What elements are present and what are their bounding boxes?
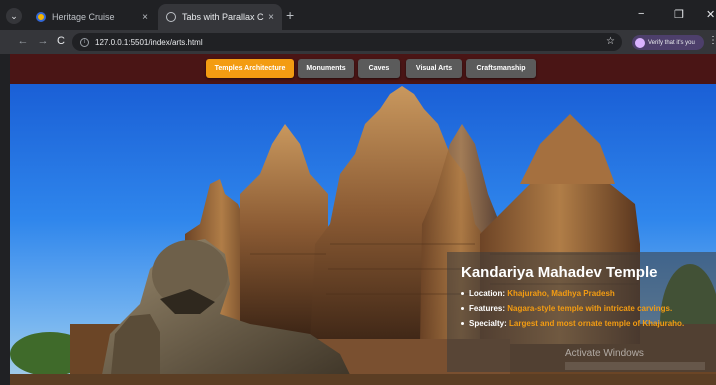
slide-title: Kandariya Mahadev Temple xyxy=(461,264,658,281)
bullet-icon xyxy=(461,292,464,296)
close-window-button[interactable]: ✕ xyxy=(706,8,715,21)
menu-icon[interactable]: ⋮ xyxy=(708,35,716,46)
close-icon[interactable]: × xyxy=(142,12,148,23)
restore-button[interactable]: ❐ xyxy=(674,8,684,21)
back-button[interactable]: ← xyxy=(16,35,30,47)
windows-watermark: Activate Windows xyxy=(565,348,644,359)
tab-search-icon[interactable]: ⌄ xyxy=(6,8,22,24)
tab-caves[interactable]: Caves xyxy=(358,59,400,78)
tab-temples-architecture[interactable]: Temples Architecture xyxy=(206,59,294,78)
address-bar[interactable]: i 127.0.0.1:5501/index/arts.html xyxy=(72,33,622,51)
page-nav: Temples Architecture Monuments Caves Vis… xyxy=(10,54,716,84)
detail-value: Nagara-style temple with intricate carvi… xyxy=(507,304,673,313)
favicon-icon xyxy=(36,12,46,22)
detail-value: Khajuraho, Madhya Pradesh xyxy=(507,289,615,298)
carousel-slide[interactable]: Kandariya Mahadev Temple Location: Khaju… xyxy=(10,84,716,385)
bullet-icon xyxy=(461,322,464,326)
reload-button[interactable]: C xyxy=(54,35,68,47)
detail-value: Largest and most ornate temple of Khajur… xyxy=(509,319,685,328)
browser-toolbar: ← → C i 127.0.0.1:5501/index/arts.html ☆… xyxy=(0,30,716,54)
tab-monuments[interactable]: Monuments xyxy=(298,59,354,78)
detail-key: Location: xyxy=(469,289,505,298)
avatar xyxy=(635,37,645,48)
forward-button[interactable]: → xyxy=(36,35,50,47)
detail-specialty: Specialty: Largest and most ornate templ… xyxy=(461,319,706,328)
profile-verify-label: Verify that it's you xyxy=(648,39,695,46)
tab-visual-arts[interactable]: Visual Arts xyxy=(406,59,462,78)
minimize-button[interactable]: − xyxy=(638,8,644,20)
detail-list: Location: Khajuraho, Madhya Pradesh Feat… xyxy=(461,289,706,328)
tab-craftsmanship[interactable]: Craftsmanship xyxy=(466,59,536,78)
globe-icon xyxy=(166,12,176,22)
tab-title: Tabs with Parallax Carousel xyxy=(182,12,264,22)
new-tab-button[interactable]: + xyxy=(286,8,294,22)
bookmark-star-icon[interactable]: ☆ xyxy=(606,36,615,47)
detail-features: Features: Nagara-style temple with intri… xyxy=(461,304,706,313)
detail-key: Specialty: xyxy=(469,319,507,328)
browser-window: ⌄ Heritage Cruise × Tabs with Parallax C… xyxy=(0,0,716,385)
bullet-icon xyxy=(461,307,464,311)
detail-location: Location: Khajuraho, Madhya Pradesh xyxy=(461,289,706,298)
watermark-subline xyxy=(565,362,705,370)
site-info-icon[interactable]: i xyxy=(80,37,89,47)
tab-title: Heritage Cruise xyxy=(52,12,115,22)
tab-heritage-cruise[interactable]: Heritage Cruise × xyxy=(28,4,156,30)
tab-parallax-carousel[interactable]: Tabs with Parallax Carousel × xyxy=(158,4,282,30)
close-icon[interactable]: × xyxy=(268,12,274,23)
tab-strip: ⌄ Heritage Cruise × Tabs with Parallax C… xyxy=(0,0,716,30)
profile-verify-button[interactable]: Verify that it's you xyxy=(632,35,704,50)
url-text[interactable]: 127.0.0.1:5501/index/arts.html xyxy=(95,38,203,47)
detail-key: Features: xyxy=(469,304,506,313)
